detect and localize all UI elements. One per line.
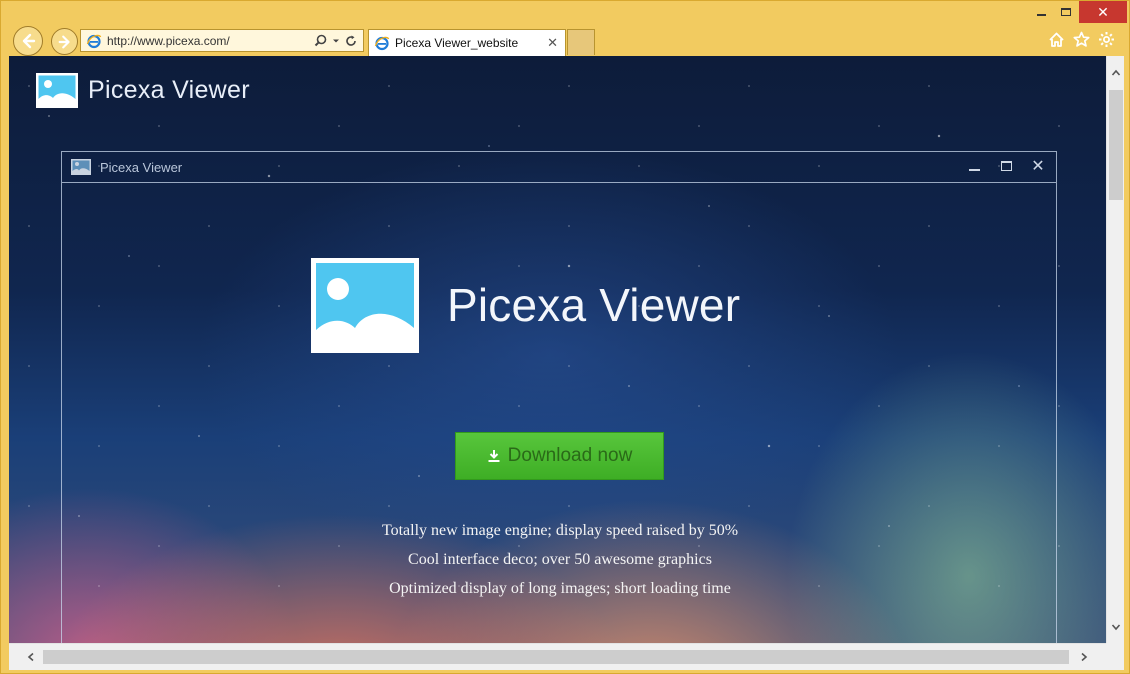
refresh-icon[interactable] (345, 35, 357, 47)
close-icon: ✕ (1097, 3, 1109, 20)
scroll-up-button[interactable] (1107, 64, 1125, 82)
maximize-icon (1061, 8, 1071, 16)
site-name: Picexa Viewer (88, 76, 250, 104)
scroll-right-button[interactable] (1074, 647, 1094, 667)
tab-title: Picexa Viewer_website (395, 36, 519, 50)
arrow-right-icon (58, 35, 70, 48)
inner-minimize-button[interactable] (966, 158, 982, 174)
minimize-button[interactable] (1029, 1, 1053, 23)
inner-window-titlebar: Picexa Viewer ✕ (62, 152, 1056, 183)
feature-item: Totally new image engine; display speed … (381, 522, 739, 539)
chevron-left-icon (27, 652, 34, 662)
download-icon (488, 450, 500, 462)
inner-maximize-button[interactable] (998, 158, 1014, 174)
picexa-logo-icon (311, 258, 419, 353)
vertical-scrollbar[interactable] (1106, 56, 1124, 643)
close-window-button[interactable]: ✕ (1079, 1, 1127, 23)
minimize-icon (968, 169, 980, 171)
feature-item: Cool interface deco; over 50 awesome gra… (408, 551, 712, 568)
address-url[interactable]: http://www.picexa.com/ (107, 34, 314, 48)
download-button-label: Download now (507, 445, 633, 466)
new-tab-button[interactable] (567, 29, 595, 55)
arrow-left-icon (22, 33, 36, 49)
gear-icon[interactable] (1097, 30, 1115, 48)
scroll-left-button[interactable] (21, 647, 41, 667)
minimize-icon (1036, 14, 1046, 16)
scrollbar-corner (1106, 643, 1124, 670)
page-viewport: Picexa Viewer Picexa Viewer ✕ Picexa Vie… (9, 56, 1106, 643)
scroll-down-button[interactable] (1107, 618, 1125, 636)
download-now-button[interactable]: Download now (455, 432, 664, 480)
product-name: Picexa Viewer (447, 279, 741, 331)
picexa-logo-icon (36, 73, 78, 108)
chevron-up-icon (1111, 69, 1121, 76)
home-icon[interactable] (1047, 30, 1065, 48)
address-bar[interactable]: http://www.picexa.com/ (80, 29, 364, 52)
horizontal-scrollbar[interactable] (9, 643, 1106, 670)
inner-close-button[interactable]: ✕ (1030, 158, 1046, 175)
inner-window-title: Picexa Viewer (100, 159, 183, 175)
chevron-right-icon (1081, 652, 1088, 662)
tab-picexa[interactable]: Picexa Viewer_website ✕ (368, 29, 566, 56)
feature-item: Optimized display of long images; short … (389, 580, 731, 597)
maximize-icon (1000, 161, 1012, 171)
browser-window: ✕ http://www.picexa.com/ Picexa Viewer_w… (0, 0, 1130, 674)
chevron-down-icon[interactable] (332, 37, 340, 45)
vertical-scroll-thumb[interactable] (1109, 90, 1123, 200)
forward-button[interactable] (51, 28, 78, 55)
ie-logo-icon (374, 36, 390, 51)
picexa-logo-icon (71, 159, 91, 175)
back-button[interactable] (13, 26, 43, 56)
search-icon[interactable] (314, 34, 327, 47)
ie-logo-icon (86, 34, 102, 48)
inner-app-window: Picexa Viewer ✕ Picexa Viewer Download n… (61, 151, 1057, 643)
feature-list: Totally new image engine; display speed … (62, 516, 1058, 603)
horizontal-scroll-thumb[interactable] (43, 650, 1069, 664)
maximize-button[interactable] (1053, 1, 1079, 23)
browser-toolbar-right (1047, 30, 1115, 48)
close-icon[interactable]: ✕ (547, 35, 558, 51)
star-icon[interactable] (1072, 30, 1090, 48)
chevron-down-icon (1111, 624, 1121, 631)
close-icon: ✕ (1031, 158, 1045, 175)
